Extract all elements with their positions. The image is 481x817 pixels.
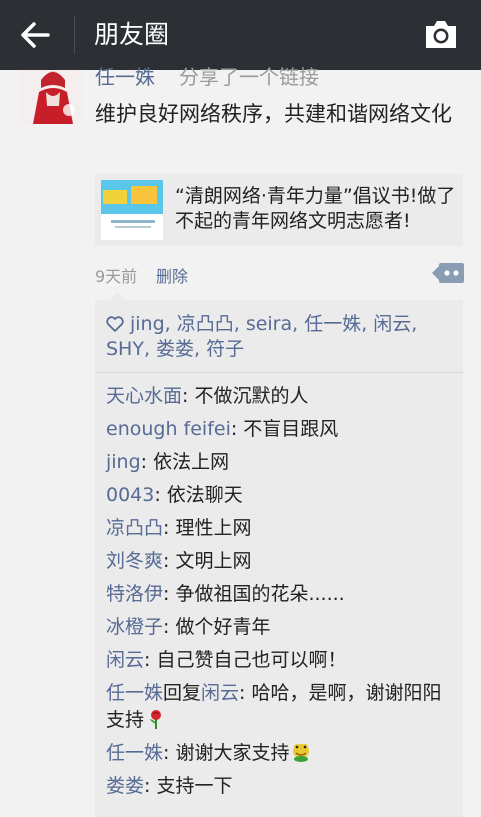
likes-names[interactable]: jing, 凉凸凸, seira, 任一姝, 闲云, SHY, 娄娄, 符子: [106, 313, 417, 360]
comment-item[interactable]: 0043: 依法聊天: [106, 479, 456, 512]
link-thumbnail: [101, 180, 163, 240]
comment-item-reply[interactable]: 任一姝回复闲云: 哈哈，是啊，谢谢阳阳支持: [106, 680, 456, 734]
post-time: 9天前: [95, 267, 138, 286]
comment-author[interactable]: 凉凸凸: [106, 517, 163, 539]
comment-item[interactable]: enough feifei: 不盲目跟风: [106, 413, 456, 446]
comment-text: : 不做沉默的人: [182, 385, 309, 407]
link-title: “清朗网络·青年力量”倡议书!做了不起的青年网络文明志愿者!: [175, 185, 456, 232]
likes-list: jing, 凉凸凸, seira, 任一姝, 闲云, SHY, 娄娄, 符子: [106, 312, 446, 362]
comment-item[interactable]: 凉凸凸: 理性上网: [106, 512, 456, 545]
camera-icon[interactable]: [423, 17, 459, 51]
post-text: 维护良好网络秩序，共建和谐网络文化: [95, 102, 452, 126]
comment-author[interactable]: 冰橙子: [106, 616, 163, 638]
comment-author[interactable]: 任一姝: [106, 742, 163, 764]
comment-author[interactable]: enough feifei: [106, 418, 231, 440]
comment-text: : 做个好青年: [163, 616, 271, 638]
likes-divider: [95, 372, 463, 373]
comment-text: : 依法聊天: [154, 484, 243, 506]
comment-item[interactable]: 任一姝: 谢谢大家支持: [106, 737, 456, 770]
comment-author[interactable]: jing: [106, 451, 141, 473]
rose-emoji: [150, 710, 162, 729]
back-arrow-icon[interactable]: [18, 18, 52, 52]
page-title: 朋友圈: [94, 20, 170, 49]
heart-icon: [106, 316, 124, 332]
top-bar: 朋友圈: [0, 0, 481, 70]
comment-text: : 争做祖国的花朵......: [163, 583, 345, 605]
comment-item[interactable]: 天心水面: 不做沉默的人: [106, 380, 456, 413]
comment-item[interactable]: jing: 依法上网: [106, 446, 456, 479]
comment-author[interactable]: 特洛伊: [106, 583, 163, 605]
reply-target[interactable]: 闲云: [201, 682, 239, 704]
delete-button[interactable]: 删除: [156, 263, 188, 287]
moment-post: 任一姝 分享了一个链接 维护良好网络秩序，共建和谐网络文化 “清朗网络·青年力量…: [0, 65, 481, 817]
comment-text: : 依法上网: [140, 451, 230, 473]
comment-author[interactable]: 0043: [106, 484, 154, 506]
comment-author[interactable]: 刘冬爽: [106, 550, 163, 572]
comment-author[interactable]: 闲云: [106, 649, 144, 671]
frog-emoji: [293, 744, 310, 762]
header-divider: [74, 16, 75, 54]
reply-word: 回复: [163, 682, 202, 704]
share-note: 分享了一个链接: [179, 65, 319, 89]
comment-text: : 不盲目跟风: [230, 418, 339, 440]
comment-text: : 支持一下: [144, 775, 233, 797]
comment-item[interactable]: 特洛伊: 争做祖国的花朵......: [106, 578, 456, 611]
comment-text: : 文明上网: [163, 550, 252, 572]
author-name[interactable]: 任一姝: [95, 64, 155, 90]
comments-list: 天心水面: 不做沉默的人 enough feifei: 不盲目跟风 jing: …: [106, 380, 456, 803]
comment-item[interactable]: 娄娄: 支持一下: [106, 770, 456, 803]
comment-author[interactable]: 任一姝: [106, 682, 163, 704]
comment-text: : 谢谢大家支持: [163, 742, 290, 764]
avatar[interactable]: [19, 70, 82, 124]
comment-text: : 自己赞自己也可以啊！: [144, 649, 347, 671]
comment-author[interactable]: 天心水面: [106, 385, 182, 407]
comment-author[interactable]: 娄娄: [106, 775, 144, 797]
panel-pointer: [109, 292, 125, 300]
likes-comments-panel: jing, 凉凸凸, seira, 任一姝, 闲云, SHY, 娄娄, 符子 天…: [95, 292, 463, 817]
more-dots-icon[interactable]: [432, 262, 464, 284]
comment-item[interactable]: 刘冬爽: 文明上网: [106, 545, 456, 578]
comment-item[interactable]: 闲云: 自己赞自己也可以啊！: [106, 644, 456, 677]
comment-text: : 理性上网: [163, 517, 252, 539]
comment-item[interactable]: 冰橙子: 做个好青年: [106, 611, 456, 644]
avatar-image: [19, 70, 82, 124]
shared-link-card[interactable]: “清朗网络·青年力量”倡议书!做了不起的青年网络文明志愿者!: [95, 174, 463, 246]
